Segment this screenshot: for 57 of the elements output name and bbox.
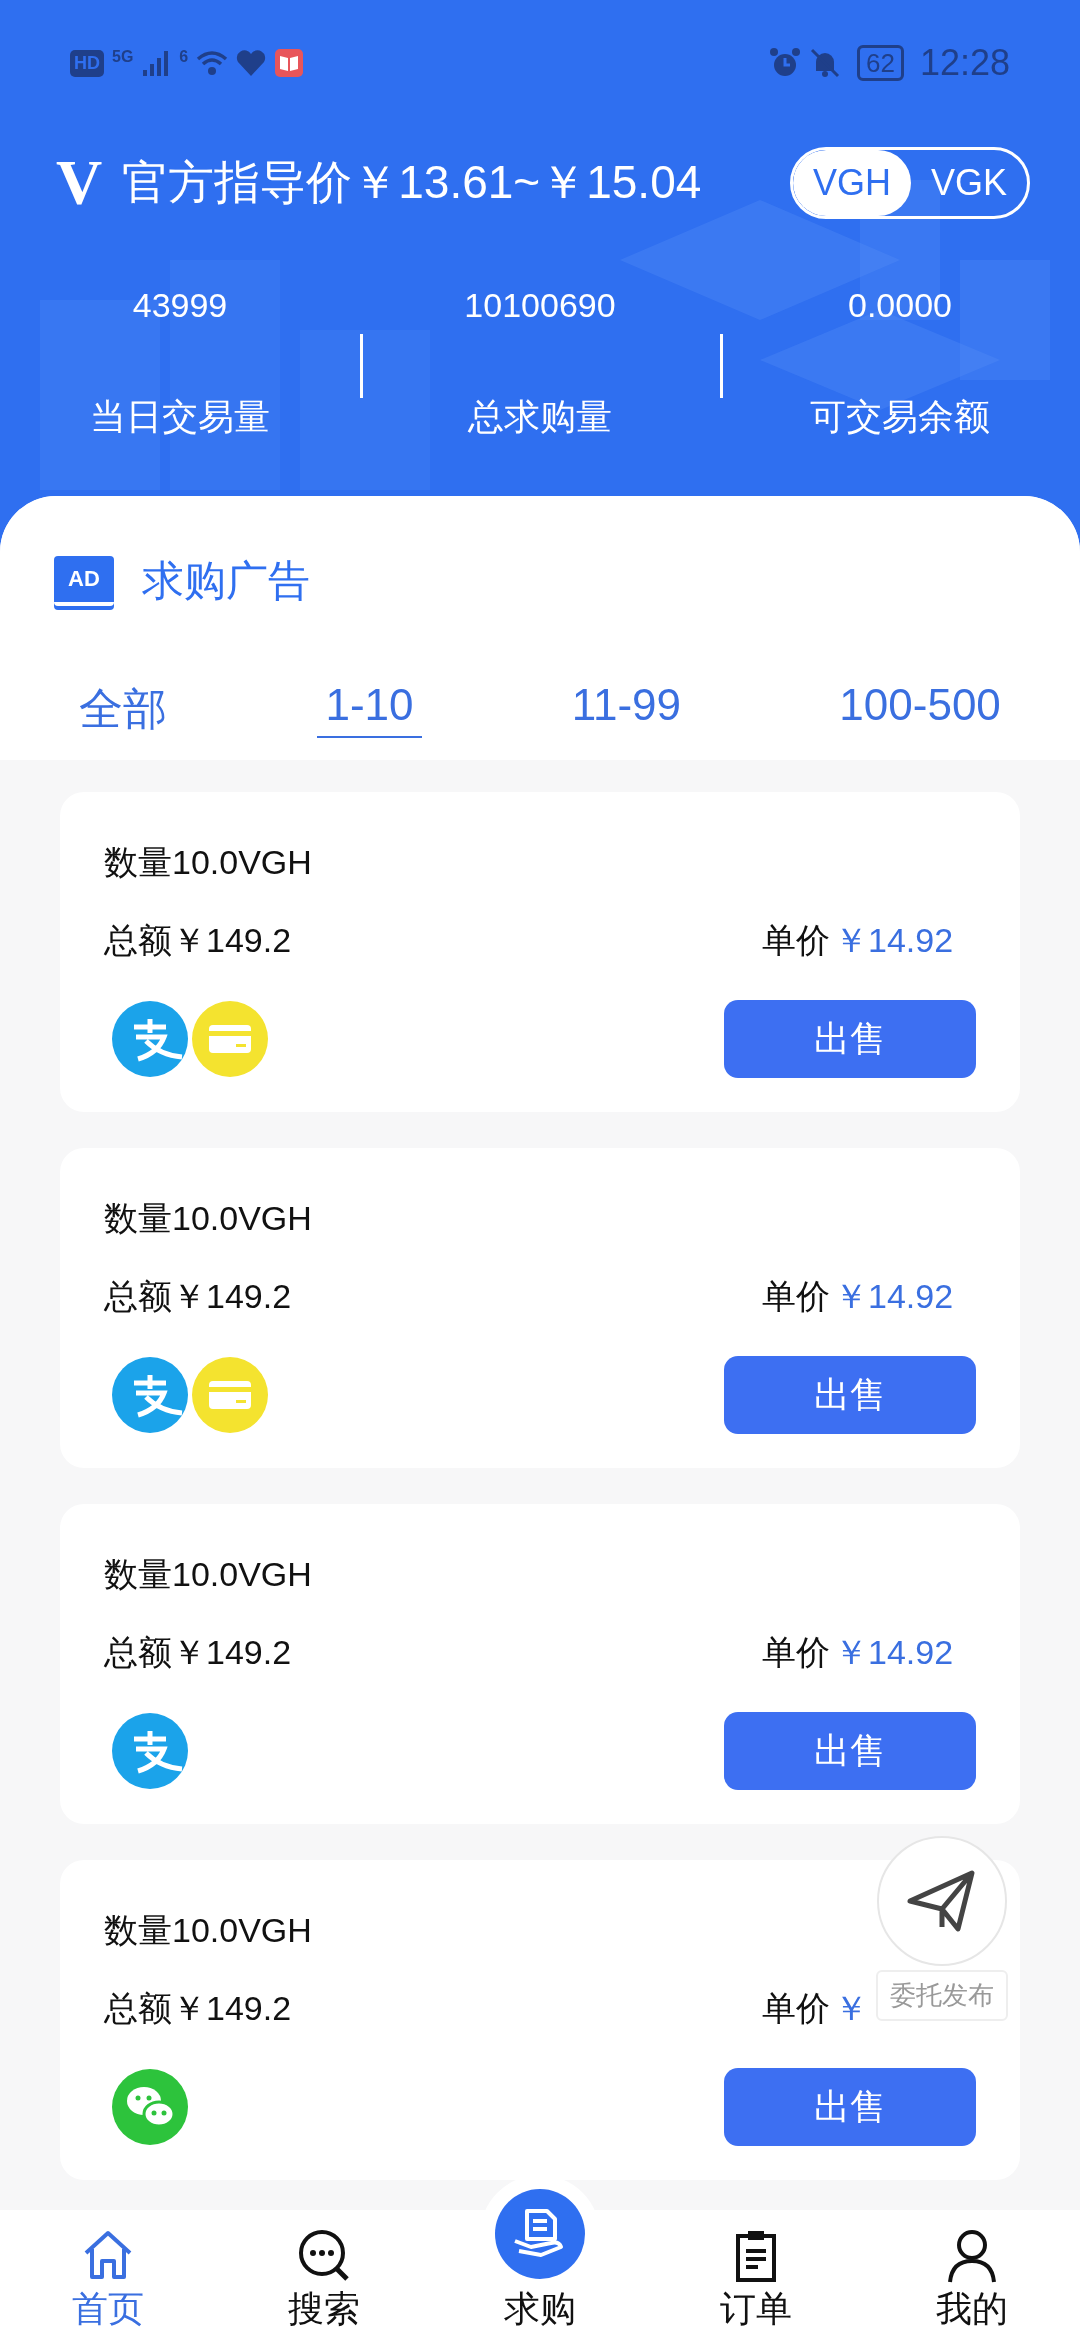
range-tab[interactable]: 100-500 <box>831 674 1009 738</box>
price-label: 单价 <box>762 920 830 960</box>
hd-indicator: HD <box>70 49 104 77</box>
alipay-icon <box>112 1357 188 1433</box>
section-title: 求购广告 <box>141 556 310 606</box>
wifi-standard: 6 <box>179 48 189 66</box>
quantity-text: 数量10.0VGH <box>104 1198 312 1238</box>
clock: 12:28 <box>919 42 1010 84</box>
stat-value: 43999 <box>132 286 228 325</box>
nav-tab[interactable]: 首页 <box>0 2210 216 2340</box>
alipay-icon <box>112 1001 188 1077</box>
nav-tab[interactable]: 我的 <box>864 2210 1080 2340</box>
total-amount: 总额￥149.2 <box>104 1632 292 1672</box>
stat-label: 当日交易量 <box>90 395 270 439</box>
price-value: ￥ <box>834 1988 868 2028</box>
stat-value: 0.0000 <box>848 286 952 325</box>
total-amount: 总额￥149.2 <box>104 920 292 960</box>
heart-icon <box>236 49 267 77</box>
price-value: ￥14.92 <box>834 920 954 960</box>
coin-option[interactable]: VGK <box>910 150 1027 216</box>
publish-label: 委托发布 <box>876 1970 1008 2021</box>
nav-tab[interactable]: 订单 <box>648 2210 864 2340</box>
bell-muted-icon <box>809 47 841 79</box>
range-tab[interactable]: 1-10 <box>317 674 422 738</box>
total-amount: 总额￥149.2 <box>104 1988 292 2028</box>
bank-card-icon <box>192 1001 268 1077</box>
sell-button[interactable]: 出售 <box>724 1356 976 1434</box>
network-type: 5G <box>112 48 134 66</box>
coin-option[interactable]: VGH <box>792 150 911 216</box>
alipay-icon <box>112 1713 188 1789</box>
price-value: ￥14.92 <box>834 1276 954 1316</box>
book-icon <box>274 48 305 78</box>
price-value: ￥14.92 <box>834 1632 954 1672</box>
stat-label: 总求购量 <box>468 395 612 439</box>
stat-label: 可交易余额 <box>810 395 990 439</box>
sell-button[interactable]: 出售 <box>724 1000 976 1078</box>
bank-card-icon <box>192 1357 268 1433</box>
quantity-text: 数量10.0VGH <box>104 1554 312 1594</box>
range-tab[interactable]: 全部 <box>71 674 176 747</box>
sell-button[interactable]: 出售 <box>724 2068 976 2146</box>
alarm-icon <box>769 47 801 79</box>
quantity-text: 数量10.0VGH <box>104 1910 312 1950</box>
quantity-text: 数量10.0VGH <box>104 842 312 882</box>
wechat-icon <box>112 2069 188 2145</box>
range-tab[interactable]: 11-99 <box>563 674 690 738</box>
logo: V <box>56 146 103 220</box>
stat-value: 10100690 <box>464 286 616 325</box>
price-label: 单价 <box>762 1988 830 2028</box>
sell-button[interactable]: 出售 <box>724 1712 976 1790</box>
battery-indicator: 62 <box>857 45 904 81</box>
price-label: 单价 <box>762 1632 830 1672</box>
nav-tab[interactable]: 搜索 <box>216 2210 432 2340</box>
nav-tab[interactable]: 求购 <box>432 2154 648 2340</box>
price-label: 单价 <box>762 1276 830 1316</box>
wifi-icon <box>196 49 229 77</box>
total-amount: 总额￥149.2 <box>104 1276 292 1316</box>
guide-price-title: 官方指导价￥13.61~￥15.04 <box>122 155 703 210</box>
